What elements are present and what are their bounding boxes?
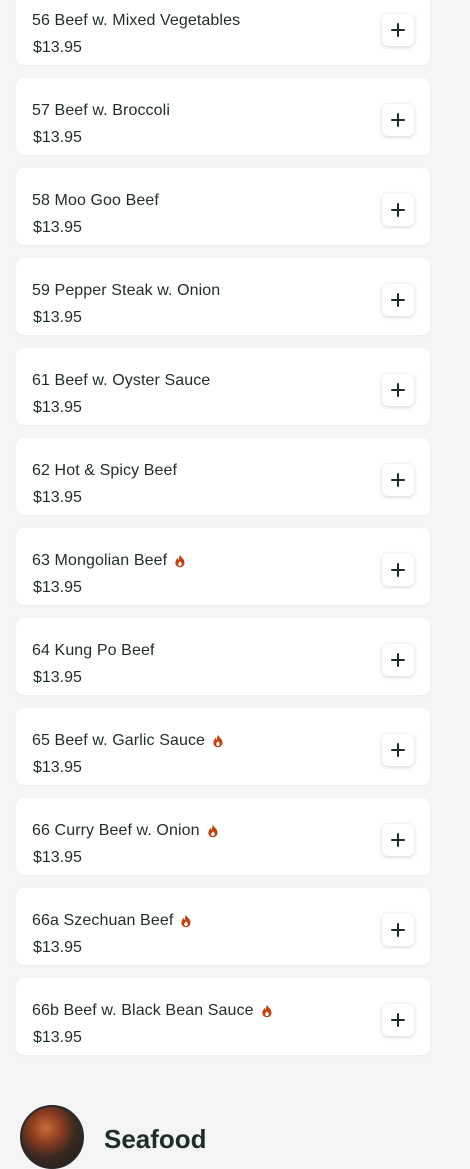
menu-item-price: $13.95	[33, 669, 82, 686]
menu-item-price: $13.95	[33, 309, 82, 326]
menu-item-price: $13.95	[33, 939, 82, 956]
menu-item-name-row: 65 Beef w. Garlic Sauce	[32, 732, 224, 750]
menu-item-card[interactable]: 66 Curry Beef w. Onion $13.95	[16, 798, 430, 875]
menu-item-price: $13.95	[33, 849, 82, 866]
add-to-cart-button[interactable]	[382, 824, 414, 856]
flame-icon	[261, 1004, 272, 1018]
plus-icon	[391, 743, 405, 757]
menu-item-price: $13.95	[33, 129, 82, 146]
menu-item-name-row: 66b Beef w. Black Bean Sauce	[32, 1002, 273, 1020]
menu-item-name: 58 Moo Goo Beef	[32, 192, 159, 209]
menu-item-card[interactable]: 63 Mongolian Beef $13.95	[16, 528, 430, 605]
add-to-cart-button[interactable]	[382, 1004, 414, 1036]
menu-item-card[interactable]: 64 Kung Po Beef $13.95	[16, 618, 430, 695]
flame-icon	[181, 914, 191, 928]
menu-item-price: $13.95	[33, 39, 82, 56]
add-to-cart-button[interactable]	[382, 644, 414, 676]
flame-icon	[213, 734, 223, 748]
plus-icon	[391, 923, 405, 937]
menu-item-name-row: 66a Szechuan Beef	[32, 912, 192, 930]
menu-item-card[interactable]: 58 Moo Goo Beef $13.95	[16, 168, 430, 245]
menu-item-name: 66b Beef w. Black Bean Sauce	[32, 1002, 254, 1019]
menu-item-name-row: 61 Beef w. Oyster Sauce	[32, 372, 210, 390]
menu-item-name: 56 Beef w. Mixed Vegetables	[32, 12, 241, 29]
menu-item-card[interactable]: 57 Beef w. Broccoli $13.95	[16, 78, 430, 155]
menu-item-price: $13.95	[33, 399, 82, 416]
plus-icon	[391, 203, 405, 217]
add-to-cart-button[interactable]	[382, 464, 414, 496]
menu-item-name-row: 66 Curry Beef w. Onion	[32, 822, 219, 840]
flame-icon	[207, 824, 218, 838]
menu-item-name-row: 56 Beef w. Mixed Vegetables	[32, 12, 240, 30]
plus-icon	[391, 113, 405, 127]
add-to-cart-button[interactable]	[382, 374, 414, 406]
menu-item-card[interactable]: 59 Pepper Steak w. Onion $13.95	[16, 258, 430, 335]
menu-item-name: 66 Curry Beef w. Onion	[32, 822, 200, 839]
menu-item-name: 59 Pepper Steak w. Onion	[32, 282, 221, 299]
add-to-cart-button[interactable]	[382, 14, 414, 46]
add-to-cart-button[interactable]	[382, 914, 414, 946]
add-to-cart-button[interactable]	[382, 554, 414, 586]
menu-item-name-row: 63 Mongolian Beef	[32, 552, 186, 570]
menu-item-name: 64 Kung Po Beef	[32, 642, 155, 659]
plus-icon	[391, 1013, 405, 1027]
plus-icon	[391, 653, 405, 667]
add-to-cart-button[interactable]	[382, 734, 414, 766]
add-to-cart-button[interactable]	[382, 194, 414, 226]
menu-item-name-row: 62 Hot & Spicy Beef	[32, 462, 177, 480]
menu-item-price: $13.95	[33, 1029, 82, 1046]
plus-icon	[391, 383, 405, 397]
plus-icon	[391, 293, 405, 307]
plus-icon	[391, 563, 405, 577]
menu-item-card[interactable]: 66b Beef w. Black Bean Sauce $13.95	[16, 978, 430, 1055]
menu-item-name-row: 59 Pepper Steak w. Onion	[32, 282, 220, 300]
menu-item-name: 65 Beef w. Garlic Sauce	[32, 732, 206, 749]
menu-item-name-row: 57 Beef w. Broccoli	[32, 102, 170, 120]
menu-item-card[interactable]: 61 Beef w. Oyster Sauce $13.95	[16, 348, 430, 425]
plus-icon	[391, 833, 405, 847]
menu-item-name: 63 Mongolian Beef	[32, 552, 168, 569]
add-to-cart-button[interactable]	[382, 104, 414, 136]
menu-item-name: 62 Hot & Spicy Beef	[32, 462, 178, 479]
menu-item-price: $13.95	[33, 759, 82, 776]
menu-item-price: $13.95	[33, 579, 82, 596]
menu-item-card[interactable]: 56 Beef w. Mixed Vegetables $13.95	[16, 0, 430, 65]
flame-icon	[175, 554, 185, 568]
menu-item-name: 61 Beef w. Oyster Sauce	[32, 372, 211, 389]
plus-icon	[391, 23, 405, 37]
menu-item-name-row: 64 Kung Po Beef	[32, 642, 154, 660]
menu-item-name: 66a Szechuan Beef	[32, 912, 174, 929]
plus-icon	[391, 473, 405, 487]
menu-item-name-row: 58 Moo Goo Beef	[32, 192, 159, 210]
section-title: Seafood	[104, 1123, 207, 1154]
menu-item-name: 57 Beef w. Broccoli	[32, 102, 170, 119]
menu-item-card[interactable]: 66a Szechuan Beef $13.95	[16, 888, 430, 965]
menu-item-card[interactable]: 62 Hot & Spicy Beef $13.95	[16, 438, 430, 515]
section-header-seafood: Seafood	[20, 1105, 207, 1169]
menu-item-card[interactable]: 65 Beef w. Garlic Sauce $13.95	[16, 708, 430, 785]
add-to-cart-button[interactable]	[382, 284, 414, 316]
menu-item-price: $13.95	[33, 219, 82, 236]
menu-item-list: 56 Beef w. Mixed Vegetables $13.95 57 Be…	[16, 0, 430, 1068]
section-thumbnail	[20, 1105, 84, 1169]
menu-item-price: $13.95	[33, 489, 82, 506]
